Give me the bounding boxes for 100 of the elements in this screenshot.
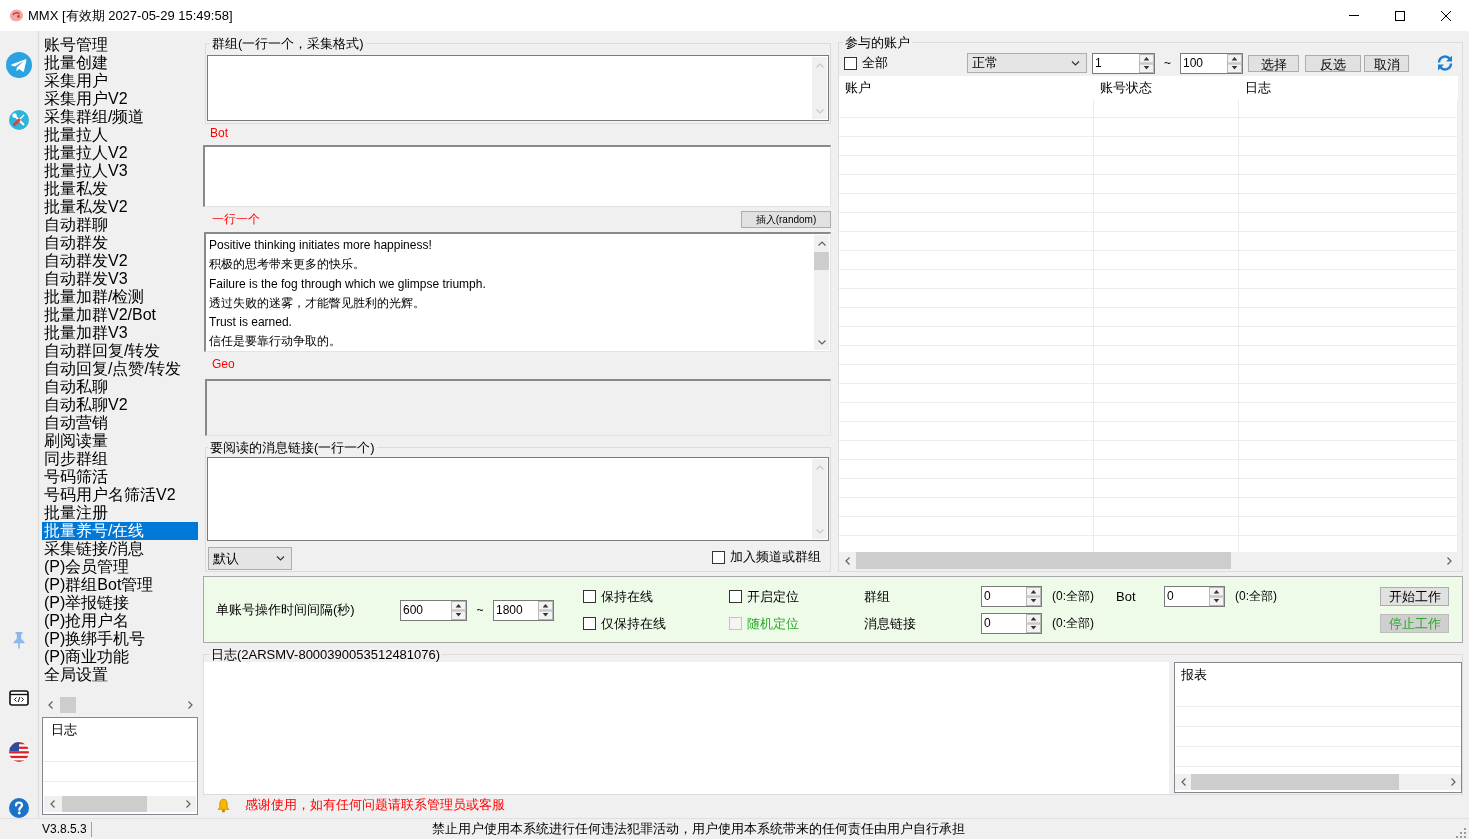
chevron-right-icon[interactable] xyxy=(185,800,191,808)
help-icon[interactable] xyxy=(9,798,29,818)
sidebar-item[interactable]: (P)商业功能 xyxy=(42,648,198,666)
sidebar-item[interactable]: 批量拉人V2 xyxy=(42,144,198,162)
sidebar-item[interactable]: 自动私聊V2 xyxy=(42,396,198,414)
horizontal-scrollbar[interactable] xyxy=(839,552,1458,569)
sidebar-item[interactable]: 自动私聊 xyxy=(42,378,198,396)
dropdown[interactable]: 正常 xyxy=(967,53,1087,73)
spin-arrows-icon[interactable] xyxy=(1139,53,1154,73)
sidebar-item[interactable]: 刷阅读量 xyxy=(42,432,198,450)
spin-box[interactable]: 1800 xyxy=(493,599,554,621)
horizontal-scrollbar[interactable] xyxy=(44,796,196,812)
code-window-icon[interactable] xyxy=(9,690,29,706)
chevron-left-icon[interactable] xyxy=(49,800,55,808)
chevron-right-icon[interactable] xyxy=(1450,778,1456,786)
sidebar-item[interactable]: (P)会员管理 xyxy=(42,558,198,576)
sidebar-item[interactable]: 批量拉人 xyxy=(42,126,198,144)
spin-arrows-icon[interactable] xyxy=(1026,614,1041,633)
spin-arrows-icon[interactable] xyxy=(538,600,553,620)
sidebar-item[interactable]: 采集用户V2 xyxy=(42,90,198,108)
text-area[interactable] xyxy=(203,145,831,207)
chevron-left-icon[interactable] xyxy=(845,556,850,565)
spin-arrows-icon[interactable] xyxy=(451,600,466,620)
sidebar-item[interactable]: 全局设置 xyxy=(42,666,198,684)
flag-icon[interactable] xyxy=(9,742,29,762)
vertical-scrollbar[interactable] xyxy=(814,235,829,350)
tools-icon[interactable] xyxy=(9,110,29,130)
chevron-up-icon[interactable] xyxy=(817,240,826,246)
column-header[interactable]: 日志 xyxy=(43,721,77,739)
scrollbar-thumb[interactable] xyxy=(814,252,829,270)
sidebar-item[interactable]: 自动群发 xyxy=(42,234,198,252)
sidebar-item[interactable]: 批量加群/检测 xyxy=(42,288,198,306)
chevron-down-icon[interactable] xyxy=(817,339,826,345)
spin-box[interactable]: 1 xyxy=(1092,52,1155,74)
sidebar-item[interactable]: 自动群回复/转发 xyxy=(42,342,198,360)
chevron-right-icon[interactable] xyxy=(187,701,193,709)
column-header[interactable]: 报表 xyxy=(1175,666,1207,684)
sidebar-item[interactable]: 采集链接/消息 xyxy=(42,540,198,558)
spin-arrows-icon[interactable] xyxy=(1026,587,1041,606)
chevron-right-icon[interactable] xyxy=(1447,556,1452,565)
chevron-left-icon[interactable] xyxy=(47,701,53,709)
text-area[interactable] xyxy=(207,55,829,121)
checkbox[interactable] xyxy=(844,56,857,70)
paper-plane-icon[interactable] xyxy=(6,52,32,78)
sidebar-item[interactable]: 自动营销 xyxy=(42,414,198,432)
spin-arrows-icon[interactable] xyxy=(1227,53,1242,73)
spin-box[interactable]: 100 xyxy=(1180,52,1243,74)
chevron-down-icon[interactable] xyxy=(1071,60,1080,66)
resize-grip-icon[interactable] xyxy=(1456,828,1466,838)
sidebar-item[interactable]: 批量加群V3 xyxy=(42,324,198,342)
close-icon xyxy=(1441,10,1451,21)
sidebar-item[interactable]: 号码用户名筛活V2 xyxy=(42,486,198,504)
sidebar-item[interactable]: 自动群发V2 xyxy=(42,252,198,270)
sidebar-item[interactable]: 采集群组/频道 xyxy=(42,108,198,126)
horizontal-scrollbar[interactable] xyxy=(1175,774,1461,790)
spin-arrows-icon[interactable] xyxy=(1209,587,1224,606)
sidebar-item[interactable]: 账号管理 xyxy=(42,36,198,54)
toolbar-button[interactable]: 选择 xyxy=(1248,54,1299,72)
sidebar-item[interactable]: 批量加群V2/Bot xyxy=(42,306,198,324)
sidebar-item[interactable]: 自动回复/点赞/转发 xyxy=(42,360,198,378)
insert-button[interactable]: 插入(random) xyxy=(741,211,831,228)
checkbox[interactable] xyxy=(712,550,725,564)
checkbox[interactable] xyxy=(583,617,596,630)
checkbox[interactable] xyxy=(583,590,596,603)
scrollbar-thumb[interactable] xyxy=(60,697,76,713)
scrollbar-thumb[interactable] xyxy=(1191,774,1399,790)
scrollbar-thumb[interactable] xyxy=(62,796,147,812)
toolbar-button[interactable]: 取消 xyxy=(1364,54,1409,72)
sidebar-item[interactable]: 批量拉人V3 xyxy=(42,162,198,180)
sidebar-item[interactable]: 号码筛活 xyxy=(42,468,198,486)
refresh-icon[interactable] xyxy=(1436,54,1454,72)
chevron-down-icon[interactable] xyxy=(276,556,285,561)
checkbox[interactable] xyxy=(729,590,742,603)
sidebar-item[interactable]: (P)换绑手机号 xyxy=(42,630,198,648)
column-header[interactable]: 日志 xyxy=(1239,76,1458,99)
text-area[interactable] xyxy=(207,457,829,541)
toolbar-button[interactable]: 反选 xyxy=(1305,54,1361,72)
sidebar-item[interactable]: 自动群聊 xyxy=(42,216,198,234)
sidebar-item[interactable]: 采集用户 xyxy=(42,72,198,90)
sidebar-item[interactable]: 同步群组 xyxy=(42,450,198,468)
sidebar-item[interactable]: (P)群组Bot管理 xyxy=(42,576,198,594)
sidebar-item[interactable]: 批量私发 xyxy=(42,180,198,198)
action-button[interactable]: 开始工作 xyxy=(1380,587,1449,606)
sidebar-item[interactable]: 批量养号/在线 xyxy=(42,522,198,540)
text-area[interactable]: Positive thinking initiates more happiness! 积极的思考带来更多的快乐。 Failure is the fog through which we glimpse triumph. 透过失败的迷雾，才能瞥见胜利的光辉。 Trust is earned. 信任是要靠行动争取的。 xyxy=(204,232,831,352)
sidebar-item[interactable]: 自动群发V3 xyxy=(42,270,198,288)
column-header[interactable]: 账户 xyxy=(839,76,1094,99)
spin-box[interactable]: 0 xyxy=(1164,586,1225,607)
scrollbar-thumb[interactable] xyxy=(856,552,1231,569)
spin-box[interactable]: 600 xyxy=(400,599,467,621)
chevron-left-icon[interactable] xyxy=(1180,778,1186,786)
column-header[interactable]: 账号状态 xyxy=(1094,76,1239,99)
sidebar-item[interactable]: 批量私发V2 xyxy=(42,198,198,216)
sidebar-item[interactable]: (P)举报链接 xyxy=(42,594,198,612)
sidebar-item[interactable]: (P)抢用户名 xyxy=(42,612,198,630)
spin-box[interactable]: 0 xyxy=(981,586,1042,607)
spin-box[interactable]: 0 xyxy=(981,613,1042,634)
dropdown[interactable]: 默认 xyxy=(208,547,292,570)
sidebar-item[interactable]: 批量创建 xyxy=(42,54,198,72)
sidebar-item[interactable]: 批量注册 xyxy=(42,504,198,522)
